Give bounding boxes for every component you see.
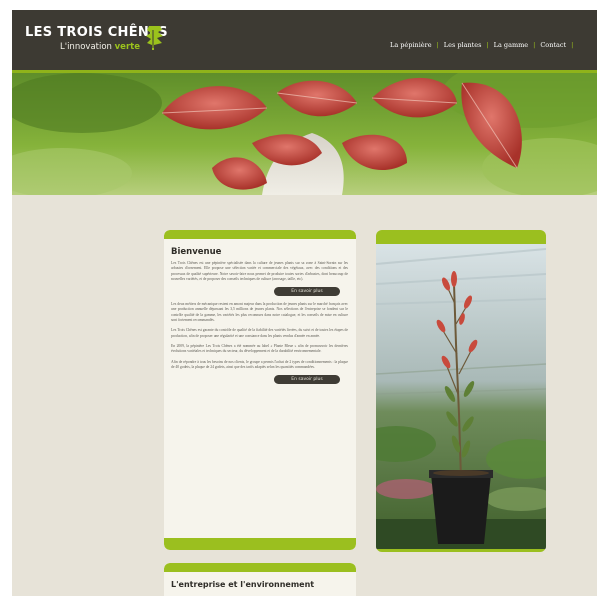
site-header: LES TROIS CHÊNES L'innovation verte La p… [12, 10, 597, 70]
hero-banner-image [12, 73, 597, 195]
welcome-paragraph: Les Trois Chênes est garante du contrôle… [171, 328, 348, 338]
read-more-button[interactable]: En savoir plus [274, 287, 340, 297]
nav-separator: | [436, 41, 439, 49]
main-nav: La pépinière | Les plantes | La gamme | … [390, 41, 578, 49]
welcome-card: Bienvenue Les Trois Chênes est une pépin… [164, 230, 356, 550]
welcome-paragraph: Les deux métiers de mécanique restent en… [171, 302, 348, 323]
photo-card [376, 230, 546, 552]
nav-item-contact[interactable]: Contact [540, 41, 566, 49]
plant-photo [376, 244, 546, 549]
nav-item-plantes[interactable]: Les plantes [444, 41, 482, 49]
nav-item-pepiniere[interactable]: La pépinière [390, 41, 432, 49]
nav-separator: | [533, 41, 536, 49]
card-top-bar [164, 230, 356, 239]
card-bottom-bar [164, 538, 356, 550]
logo-tagline: L'innovation verte [60, 42, 140, 52]
company-title: L'entreprise et l'environnement [171, 580, 315, 589]
welcome-title: Bienvenue [171, 247, 222, 257]
nav-separator: | [486, 41, 489, 49]
page: LES TROIS CHÊNES L'innovation verte La p… [12, 10, 597, 596]
nav-item-gamme[interactable]: La gamme [494, 41, 528, 49]
welcome-paragraph: Les Trois Chênes est une pépinière spéci… [171, 261, 348, 281]
tagline-accent: verte [114, 42, 140, 52]
card-top-bar [164, 563, 356, 572]
nav-separator: | [571, 41, 574, 49]
welcome-paragraph: En 2009, la pépinière Les Trois Chênes a… [171, 343, 348, 354]
oak-tree-leaf-icon[interactable] [145, 24, 165, 52]
company-card: L'entreprise et l'environnement [164, 563, 356, 596]
welcome-paragraph: Afin de répondre à tous les besoins de n… [171, 359, 348, 369]
read-more-button-2[interactable]: En savoir plus [274, 375, 340, 385]
tagline-prefix: L'innovation [60, 42, 112, 52]
welcome-text: Les Trois Chênes est une pépinière spéci… [171, 261, 348, 385]
